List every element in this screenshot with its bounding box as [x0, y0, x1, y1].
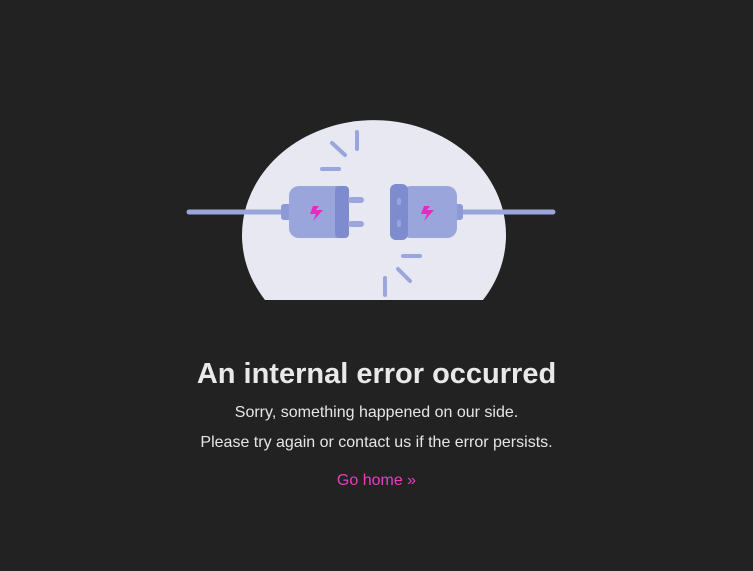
go-home-link[interactable]: Go home » [337, 469, 416, 493]
error-title: An internal error occurred [196, 358, 557, 390]
error-message-line-2: Please try again or contact us if the er… [200, 434, 553, 451]
error-content: An internal error occurred Sorry, someth… [0, 354, 753, 493]
unplugged-illustration [185, 93, 557, 301]
error-message-line-1: Sorry, something happened on our side. [234, 404, 519, 421]
